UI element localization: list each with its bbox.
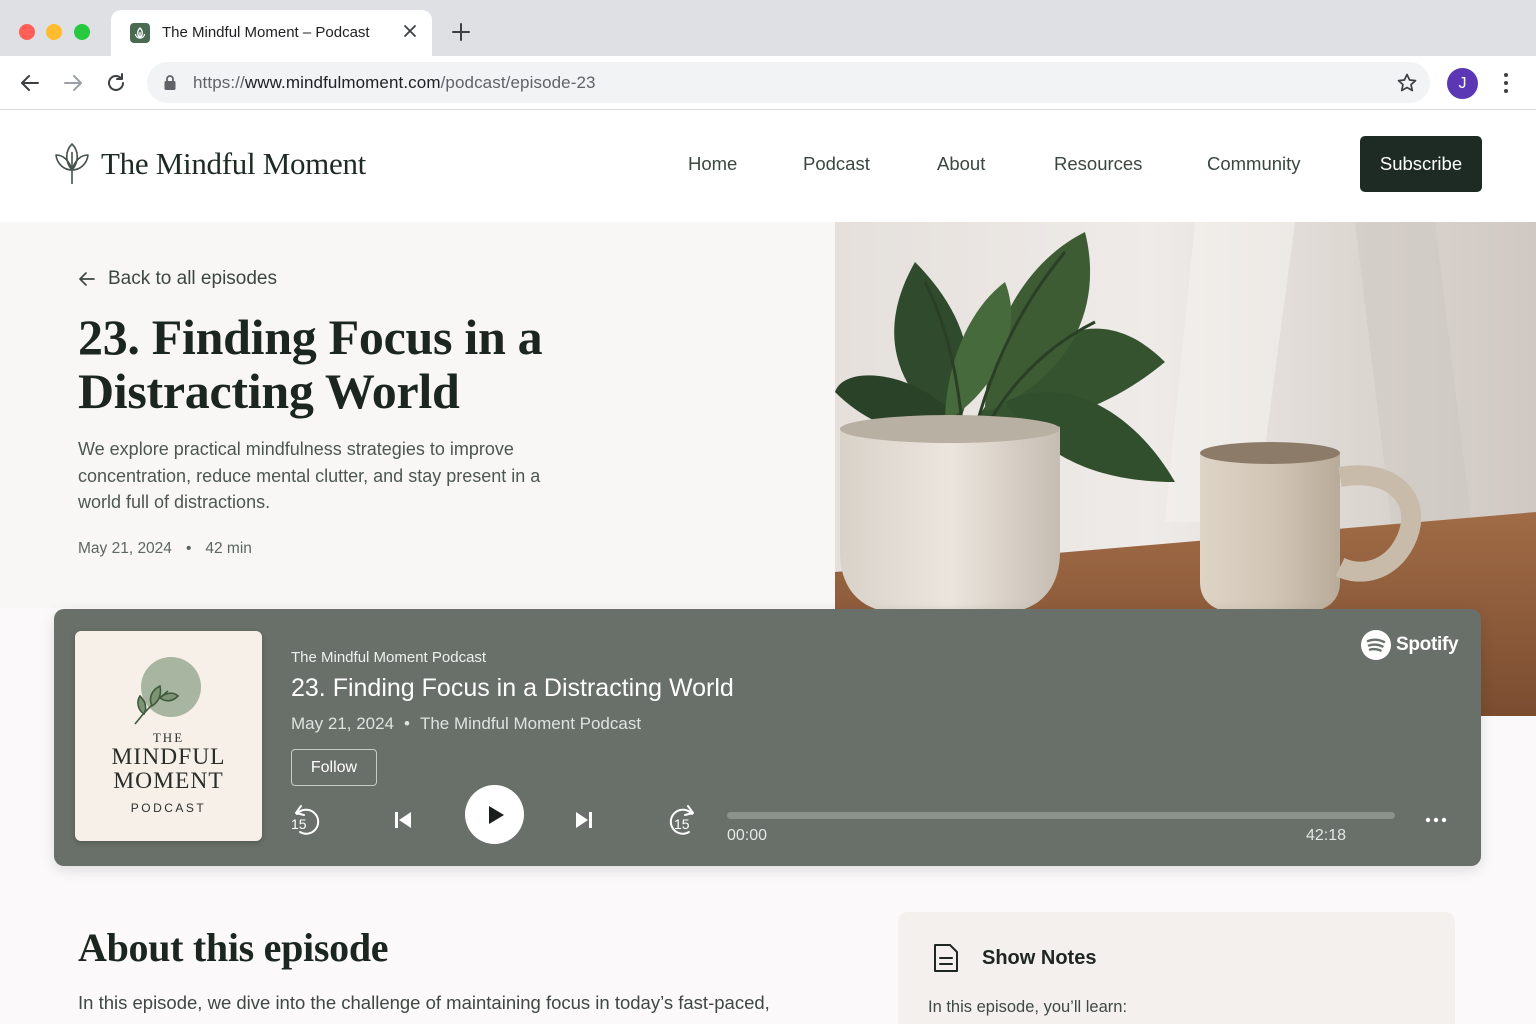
player-date: May 21, 2024 (291, 714, 395, 733)
spotify-wordmark: Spotify (1396, 634, 1459, 655)
play-button[interactable] (465, 785, 524, 844)
window-close-button[interactable] (19, 24, 35, 40)
show-notes-intro: In this episode, you’ll learn: (928, 998, 1128, 1016)
skip-next-icon (576, 812, 592, 828)
back-arrow-icon[interactable] (16, 69, 44, 97)
profile-avatar[interactable]: J (1447, 68, 1478, 99)
forward-15-button[interactable]: 15 (665, 802, 701, 838)
back-to-episodes-link[interactable]: Back to all episodes (78, 268, 277, 290)
podcast-cover-art[interactable]: THE MINDFUL MOMENT PODCAST (75, 631, 262, 841)
play-icon (488, 805, 504, 824)
browser-tab-strip: The Mindful Moment – Podcast (0, 0, 1536, 56)
nav-community[interactable]: Community (1207, 153, 1301, 175)
nav-podcast[interactable]: Podcast (803, 153, 870, 175)
about-episode-body: In this episode, we dive into the challe… (78, 992, 770, 1013)
address-bar[interactable]: https://www.mindfulmoment.com/podcast/ep… (147, 62, 1430, 103)
browser-tab-active[interactable]: The Mindful Moment – Podcast (111, 10, 432, 56)
skip-previous-icon (395, 812, 411, 828)
episode-meta: May 21, 2024 • 42 min (78, 540, 252, 558)
episode-date: May 21, 2024 (78, 540, 172, 557)
tab-title: The Mindful Moment – Podcast (162, 24, 370, 41)
url-text: https://www.mindfulmoment.com/podcast/ep… (193, 73, 596, 92)
rewind-seconds-label: 15 (291, 816, 307, 832)
nav-home[interactable]: Home (688, 153, 737, 175)
leaf-logo-icon (134, 657, 201, 725)
player-episode-title[interactable]: 23. Finding Focus in a Distracting World (291, 674, 734, 703)
podcast-player: THE MINDFUL MOMENT PODCAST The Mindful M… (54, 609, 1481, 866)
site-logo-text[interactable]: The Mindful Moment (101, 146, 366, 182)
document-icon (934, 944, 958, 972)
site-header: The Mindful Moment Home Podcast About Re… (0, 110, 1536, 222)
player-meta: May 21, 2024 • The Mindful Moment Podcast (291, 714, 641, 734)
progress-bar[interactable] (727, 812, 1395, 819)
nav-about[interactable]: About (937, 153, 985, 175)
new-tab-icon[interactable] (449, 20, 473, 44)
forward-seconds-label: 15 (674, 816, 690, 832)
episode-description: We explore practical mindfulness strateg… (78, 439, 541, 512)
spotify-link[interactable]: Spotify (1361, 630, 1459, 660)
player-meta-show: The Mindful Moment Podcast (419, 714, 642, 733)
window-maximize-button[interactable] (74, 24, 90, 40)
back-link-label: Back to all episodes (108, 268, 277, 289)
about-episode-heading: About this episode (78, 925, 389, 970)
follow-button[interactable]: Follow (291, 749, 377, 786)
browser-menu-icon[interactable] (1496, 70, 1516, 96)
current-time: 00:00 (727, 827, 768, 844)
forward-arrow-icon[interactable] (59, 69, 87, 97)
episode-title: 23. Finding Focus in a Distracting World (78, 309, 543, 419)
back-arrow-icon (79, 272, 95, 286)
site-favicon-icon (130, 23, 150, 43)
subscribe-button[interactable]: Subscribe (1360, 136, 1482, 192)
lotus-logo-icon[interactable] (52, 142, 92, 186)
episode-duration: 42 min (205, 540, 252, 557)
nav-resources[interactable]: Resources (1054, 153, 1142, 175)
player-meta-separator: • (404, 714, 410, 733)
window-minimize-button[interactable] (46, 24, 62, 40)
cover-subtitle: PODCAST (130, 801, 207, 815)
show-notes-title: Show Notes (982, 947, 1097, 969)
bookmark-star-icon[interactable] (1396, 72, 1418, 94)
cover-title-line-2: MOMENT (113, 768, 224, 794)
rewind-15-button[interactable]: 15 (288, 802, 324, 838)
show-notes-card: Show Notes In this episode, you’ll learn… (898, 912, 1455, 1024)
spotify-logo-icon (1361, 630, 1391, 660)
next-episode-button[interactable] (569, 805, 599, 835)
player-show-name[interactable]: The Mindful Moment Podcast (291, 649, 486, 666)
more-options-button[interactable] (1423, 809, 1449, 831)
browser-toolbar: https://www.mindfulmoment.com/podcast/ep… (0, 56, 1536, 110)
lock-icon (164, 75, 176, 90)
tab-close-icon[interactable] (401, 22, 419, 40)
previous-episode-button[interactable] (388, 805, 418, 835)
meta-separator: • (185, 540, 192, 557)
total-time: 42:18 (1306, 827, 1347, 844)
cover-title-line-1: MINDFUL (111, 744, 226, 770)
reload-icon[interactable] (102, 69, 130, 97)
cover-title: MINDFUL MOMENT (75, 745, 262, 793)
more-horizontal-icon (1425, 817, 1447, 823)
